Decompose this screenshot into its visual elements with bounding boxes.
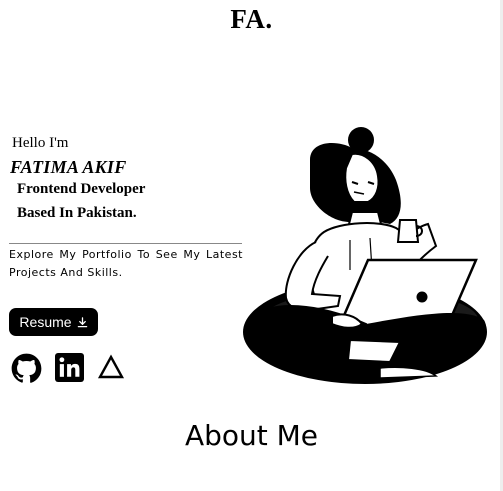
linkedin-icon[interactable] <box>55 353 84 382</box>
site-logo[interactable]: FA. <box>0 4 503 35</box>
download-icon <box>77 316 88 328</box>
hero-role: Frontend Developer <box>17 181 146 197</box>
woman-with-laptop-illustration <box>240 120 495 389</box>
resume-button-label: Resume <box>19 314 72 330</box>
vercel-icon[interactable] <box>97 353 125 381</box>
hero-greeting: Hello I'm <box>12 135 69 151</box>
hero-tagline: Explore My Portfolio To See My Latest Pr… <box>9 248 243 279</box>
resume-button[interactable]: Resume <box>9 308 98 336</box>
about-section-title: About Me <box>184 419 319 452</box>
hero-location: Based In Pakistan. <box>17 205 137 221</box>
hero-divider <box>9 243 242 244</box>
hero-name: FATIMA AKIF <box>10 157 127 177</box>
github-icon[interactable] <box>11 353 42 384</box>
